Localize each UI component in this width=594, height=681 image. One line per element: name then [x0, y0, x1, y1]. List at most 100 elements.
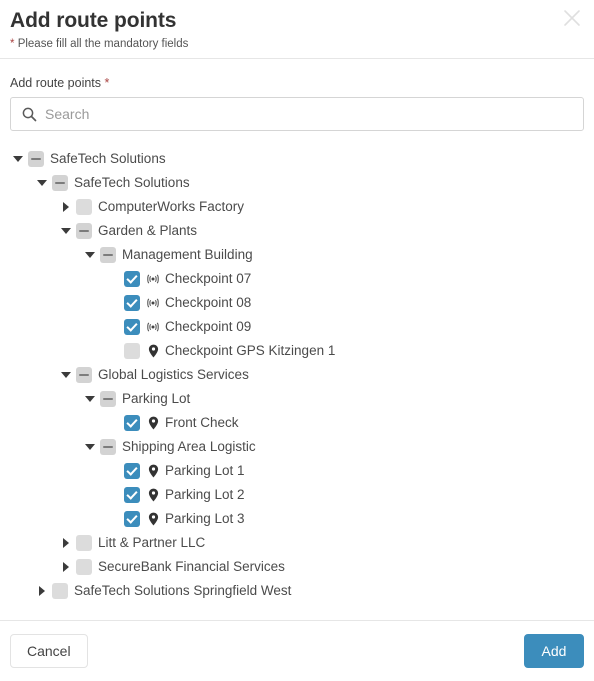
tree-node-row[interactable]: Parking Lot [10, 387, 584, 411]
tree-node-row[interactable]: Management Building [10, 243, 584, 267]
tree-toggle-expanded-icon[interactable] [58, 219, 74, 243]
tree-node-row[interactable]: Parking Lot 3 [10, 507, 584, 531]
tree-toggle-spacer [106, 507, 122, 531]
dialog-header: Add route points * Please fill all the m… [0, 0, 594, 59]
nfc-checkpoint-icon [146, 319, 160, 335]
tree-node-label: Checkpoint GPS Kitzingen 1 [165, 343, 336, 358]
tree-node-row[interactable]: Parking Lot 2 [10, 483, 584, 507]
tree-node-row[interactable]: Shipping Area Logistic [10, 435, 584, 459]
tree-node-row[interactable]: SafeTech Solutions [10, 171, 584, 195]
tree-node-label: SafeTech Solutions Springfield West [74, 583, 292, 598]
tree-node-checkbox[interactable] [28, 151, 44, 167]
tree-node-checkbox[interactable] [124, 487, 140, 503]
tree-node-label: ComputerWorks Factory [98, 199, 245, 214]
tree-node-checkbox[interactable] [124, 319, 140, 335]
tree-node-checkbox[interactable] [124, 463, 140, 479]
tree-node-label: Checkpoint 09 [165, 319, 252, 334]
tree-node-row[interactable]: SafeTech Solutions [10, 147, 584, 171]
add-route-points-dialog: Add route points * Please fill all the m… [0, 0, 594, 681]
tree-node-checkbox[interactable] [100, 391, 116, 407]
tree-toggle-expanded-icon[interactable] [10, 147, 26, 171]
tree-toggle-expanded-icon[interactable] [58, 363, 74, 387]
map-pin-icon [146, 511, 160, 527]
tree-toggle-collapsed-icon[interactable] [34, 579, 50, 603]
close-icon[interactable] [560, 6, 584, 30]
tree-node-row[interactable]: ComputerWorks Factory [10, 195, 584, 219]
tree-node-row[interactable]: Checkpoint 08 [10, 291, 584, 315]
tree-node-label: Checkpoint 07 [165, 271, 252, 286]
tree-toggle-expanded-icon[interactable] [82, 387, 98, 411]
cancel-button[interactable]: Cancel [10, 634, 88, 668]
search-input[interactable] [45, 100, 583, 128]
tree-node-checkbox[interactable] [124, 343, 140, 359]
page-title: Add route points [10, 9, 177, 32]
map-pin-icon [146, 487, 160, 503]
tree-node-checkbox[interactable] [76, 223, 92, 239]
tree-toggle-expanded-icon[interactable] [82, 243, 98, 267]
tree-node-row[interactable]: Litt & Partner LLC [10, 531, 584, 555]
tree-node-checkbox[interactable] [124, 295, 140, 311]
tree-toggle-spacer [106, 267, 122, 291]
tree-node-checkbox[interactable] [124, 511, 140, 527]
tree-node-label: Parking Lot 3 [165, 511, 245, 526]
tree-node-checkbox[interactable] [52, 175, 68, 191]
add-button[interactable]: Add [524, 634, 584, 668]
tree-node-checkbox[interactable] [52, 583, 68, 599]
tree-node-label: Shipping Area Logistic [122, 439, 256, 454]
tree-node-row[interactable]: Checkpoint 07 [10, 267, 584, 291]
tree-toggle-expanded-icon[interactable] [82, 435, 98, 459]
tree-node-checkbox[interactable] [76, 367, 92, 383]
nfc-checkpoint-icon [146, 295, 160, 311]
tree-node-label: Litt & Partner LLC [98, 535, 206, 550]
tree-node-label: SafeTech Solutions [50, 151, 166, 166]
tree-node-row[interactable]: Checkpoint 09 [10, 315, 584, 339]
mandatory-note-text: Please fill all the mandatory fields [17, 38, 189, 50]
required-asterisk: * [104, 76, 110, 90]
dialog-body: Add route points * SafeTech Solutions Saf… [0, 59, 594, 620]
tree-node-row[interactable]: Parking Lot 1 [10, 459, 584, 483]
map-pin-icon [146, 343, 160, 359]
tree-node-label: Parking Lot [122, 391, 191, 406]
tree-node-row[interactable]: SecureBank Financial Services [10, 555, 584, 579]
tree-node-label: Management Building [122, 247, 253, 262]
tree-node-row[interactable]: Global Logistics Services [10, 363, 584, 387]
tree-toggle-collapsed-icon[interactable] [58, 195, 74, 219]
tree-node-label: Garden & Plants [98, 223, 198, 238]
tree-toggle-spacer [106, 459, 122, 483]
field-label-text: Add route points [10, 76, 102, 90]
tree-node-checkbox[interactable] [100, 439, 116, 455]
tree-node-label: Global Logistics Services [98, 367, 249, 382]
nfc-checkpoint-icon [146, 271, 160, 287]
tree-toggle-spacer [106, 339, 122, 363]
tree-node-row[interactable]: Checkpoint GPS Kitzingen 1 [10, 339, 584, 363]
search-field[interactable] [10, 97, 584, 131]
add-route-points-label: Add route points * [10, 75, 584, 91]
tree-toggle-collapsed-icon[interactable] [58, 531, 74, 555]
tree-node-checkbox[interactable] [124, 271, 140, 287]
tree-node-checkbox[interactable] [76, 559, 92, 575]
tree-node-checkbox[interactable] [124, 415, 140, 431]
map-pin-icon [146, 463, 160, 479]
tree-node-label: SecureBank Financial Services [98, 559, 285, 574]
map-pin-icon [146, 415, 160, 431]
tree-node-row[interactable]: Front Check [10, 411, 584, 435]
tree-node-checkbox[interactable] [100, 247, 116, 263]
tree-toggle-spacer [106, 291, 122, 315]
tree-node-row[interactable]: SafeTech Solutions Springfield West [10, 579, 584, 603]
tree-toggle-spacer [106, 315, 122, 339]
tree-node-label: Parking Lot 1 [165, 463, 245, 478]
required-asterisk: * [10, 38, 15, 50]
tree-node-label: SafeTech Solutions [74, 175, 190, 190]
dialog-footer: Cancel Add [0, 620, 594, 681]
tree-node-label: Front Check [165, 415, 239, 430]
search-icon [21, 106, 37, 122]
tree-toggle-collapsed-icon[interactable] [58, 555, 74, 579]
tree-toggle-spacer [106, 483, 122, 507]
tree-toggle-spacer [106, 411, 122, 435]
tree-node-label: Parking Lot 2 [165, 487, 245, 502]
tree-node-checkbox[interactable] [76, 535, 92, 551]
tree-toggle-expanded-icon[interactable] [34, 171, 50, 195]
tree-node-label: Checkpoint 08 [165, 295, 252, 310]
tree-node-row[interactable]: Garden & Plants [10, 219, 584, 243]
tree-node-checkbox[interactable] [76, 199, 92, 215]
